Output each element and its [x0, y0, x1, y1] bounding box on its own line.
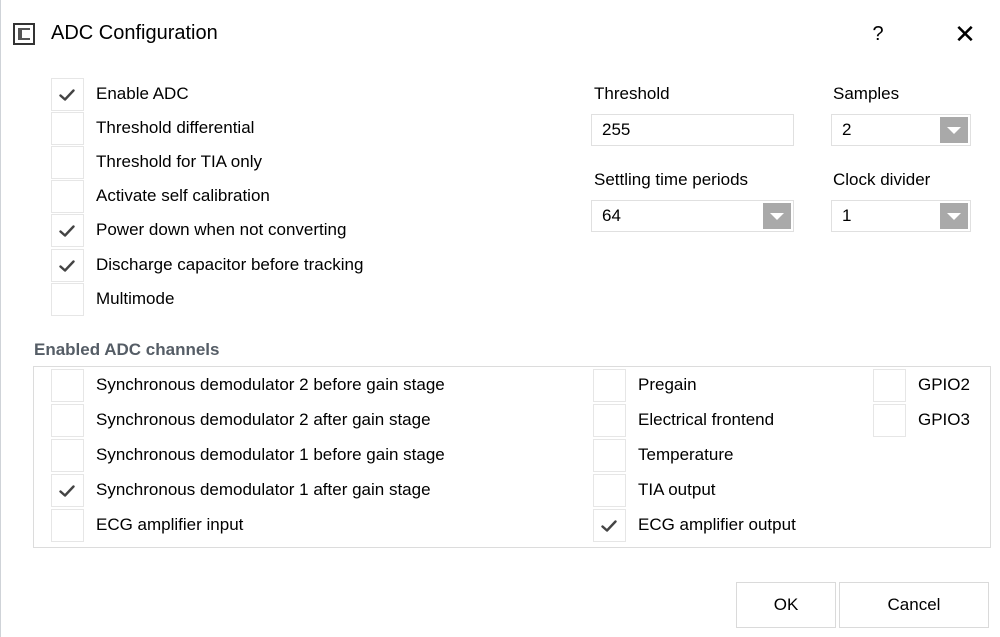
option-4-label[interactable]: Power down when not converting: [96, 220, 346, 240]
option-3-label[interactable]: Activate self calibration: [96, 186, 270, 206]
chevron-down-icon[interactable]: [940, 203, 968, 229]
channel-col3-0-checkbox[interactable]: [873, 369, 906, 402]
channel-col1-1-label[interactable]: Synchronous demodulator 2 after gain sta…: [96, 410, 431, 430]
channel-col2-4-checkbox[interactable]: [593, 509, 626, 542]
channel-col1-4-checkbox[interactable]: [51, 509, 84, 542]
channel-col2-1-checkbox[interactable]: [593, 404, 626, 437]
channel-col2-4-label[interactable]: ECG amplifier output: [638, 515, 796, 535]
channel-col1-2-checkbox[interactable]: [51, 439, 84, 472]
option-3-checkbox[interactable]: [51, 180, 84, 213]
option-6-checkbox[interactable]: [51, 283, 84, 316]
channel-col2-2-label[interactable]: Temperature: [638, 445, 733, 465]
option-1-checkbox[interactable]: [51, 112, 84, 145]
samples-value: 2: [842, 120, 852, 139]
clock-divider-select[interactable]: 1: [831, 200, 971, 232]
channel-col2-2-checkbox[interactable]: [593, 439, 626, 472]
app-icon: [13, 23, 35, 45]
channel-col1-1-checkbox[interactable]: [51, 404, 84, 437]
channel-col1-2-label[interactable]: Synchronous demodulator 1 before gain st…: [96, 445, 445, 465]
channel-col3-1-checkbox[interactable]: [873, 404, 906, 437]
option-2-checkbox[interactable]: [51, 146, 84, 179]
option-1-label[interactable]: Threshold differential: [96, 118, 254, 138]
threshold-input[interactable]: 255: [591, 114, 794, 146]
option-0-checkbox[interactable]: [51, 78, 84, 111]
cancel-button[interactable]: Cancel: [839, 582, 989, 628]
checkmark-icon: [59, 485, 75, 497]
samples-label: Samples: [833, 84, 900, 103]
option-0-label[interactable]: Enable ADC: [96, 84, 189, 104]
channel-col1-3-label[interactable]: Synchronous demodulator 1 after gain sta…: [96, 480, 431, 500]
checkmark-icon: [59, 260, 75, 272]
settling-time-value: 64: [602, 206, 621, 225]
channel-col2-1-label[interactable]: Electrical frontend: [638, 410, 774, 430]
option-4-checkbox[interactable]: [51, 214, 84, 247]
channel-col2-0-checkbox[interactable]: [593, 369, 626, 402]
threshold-label: Threshold: [594, 84, 670, 103]
checkmark-icon: [59, 225, 75, 237]
channel-col1-0-label[interactable]: Synchronous demodulator 2 before gain st…: [96, 375, 445, 395]
ok-button[interactable]: OK: [736, 582, 836, 628]
channel-col2-0-label[interactable]: Pregain: [638, 375, 697, 395]
channel-col1-0-checkbox[interactable]: [51, 369, 84, 402]
chevron-down-icon[interactable]: [940, 117, 968, 143]
settling-time-select[interactable]: 64: [591, 200, 794, 232]
clock-divider-label: Clock divider: [833, 170, 931, 189]
clock-divider-value: 1: [842, 206, 852, 225]
checkmark-icon: [601, 520, 617, 532]
channel-col3-1-label[interactable]: GPIO3: [918, 410, 970, 430]
settling-time-label: Settling time periods: [594, 170, 749, 189]
option-6-label[interactable]: Multimode: [96, 289, 174, 309]
option-2-label[interactable]: Threshold for TIA only: [96, 152, 262, 172]
window-title: ADC Configuration: [51, 22, 218, 44]
option-5-label[interactable]: Discharge capacitor before tracking: [96, 255, 363, 275]
option-5-checkbox[interactable]: [51, 249, 84, 282]
chevron-down-icon[interactable]: [763, 203, 791, 229]
close-button[interactable]: ✕: [949, 18, 981, 50]
channel-col1-4-label[interactable]: ECG amplifier input: [96, 515, 243, 535]
channel-col2-3-label[interactable]: TIA output: [638, 480, 716, 500]
channel-col3-0-label[interactable]: GPIO2: [918, 375, 970, 395]
help-button[interactable]: ?: [863, 18, 893, 50]
title-bar: ADC Configuration ? ✕: [1, 0, 1000, 66]
adc-configuration-dialog: ADC Configuration ? ✕ Enable ADC Threshol…: [0, 0, 1000, 637]
channel-col1-3-checkbox[interactable]: [51, 474, 84, 507]
checkmark-icon: [59, 89, 75, 101]
enabled-adc-channels-title: Enabled ADC channels: [34, 340, 220, 359]
channel-col2-3-checkbox[interactable]: [593, 474, 626, 507]
samples-select[interactable]: 2: [831, 114, 971, 146]
